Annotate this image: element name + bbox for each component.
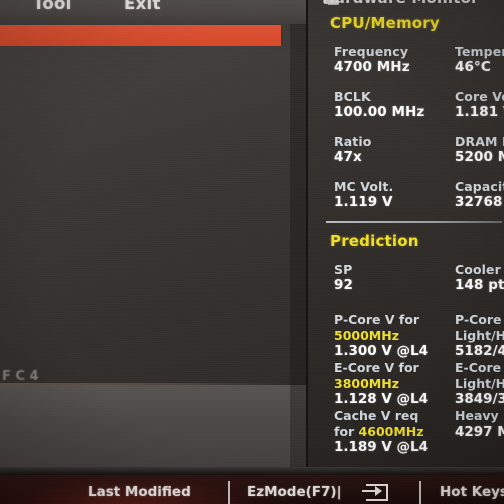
entry-mc-volt: MC Volt. 1.119 V — [334, 179, 393, 210]
entry-cooler-score-label: Cooler Score — [455, 262, 504, 277]
prediction-e-core-score-line1: E-Core — [455, 360, 502, 375]
prediction-p-core-score-value: 5182/4 — [455, 343, 504, 359]
ezmode-button[interactable]: EzMode(F7)| — [247, 484, 342, 500]
entry-ratio: Ratio 47x — [334, 134, 371, 165]
entry-mc-volt-value: 1.119 V — [334, 194, 393, 210]
hardware-monitor-title: Hardware Monitor — [322, 0, 479, 7]
description-area — [0, 385, 306, 467]
prediction-cache-line2: for 4600MHz — [334, 424, 428, 440]
prediction-p-core-score-line1: P-Core — [455, 312, 502, 327]
prediction-heavy-line1: Heavy — [455, 408, 499, 423]
prediction-e-core-line1: E-Core V for — [334, 360, 419, 375]
bios-screen: Tool Exit F C 4 Hardware Monitor CPU/Mem… — [0, 0, 504, 504]
entry-frequency-value: 4700 MHz — [334, 59, 410, 75]
entry-temperature-label: Temperature — [455, 44, 504, 59]
prediction-p-core-value: 1.300 V @L4 — [334, 343, 429, 359]
prediction-cache-voltage: Cache V req for 4600MHz 1.189 V @L4 — [334, 408, 428, 456]
prediction-heavy-value: 4297 M — [455, 423, 504, 440]
prediction-e-core-score-value: 3849/3 — [455, 391, 504, 407]
entry-ratio-value: 47x — [334, 149, 362, 165]
prediction-p-core-score-line2: Light/H — [455, 327, 504, 343]
entry-temperature: Temperature 46°C — [455, 44, 504, 75]
panel-bottom-gap — [0, 467, 504, 475]
bottom-divider-2 — [419, 481, 421, 504]
section-title-prediction: Prediction — [330, 232, 419, 250]
entry-dram-frequency-label: DRAM Freq. — [455, 134, 504, 149]
prediction-heavy-score: Heavy 4297 M — [455, 408, 504, 440]
entry-dram-frequency-value: 5200 MHz — [455, 149, 504, 165]
prediction-e-core-score: E-Core Light/H 3849/3 — [455, 360, 504, 408]
prediction-p-core-voltage: P-Core V for 5000MHz 1.300 V @L4 — [334, 312, 428, 360]
entry-sp: SP 92 — [334, 262, 353, 293]
entry-mc-volt-label: MC Volt. — [334, 179, 394, 194]
prediction-e-core-value: 1.128 V @L4 — [334, 391, 429, 407]
prediction-e-core-freq: 3800MHz — [334, 375, 399, 391]
prediction-p-core-freq: 5000MHz — [334, 327, 399, 343]
entry-bclk-value: 100.00 MHz — [334, 104, 425, 120]
hardware-monitor-panel: Hardware Monitor CPU/Memory Frequency 47… — [306, 0, 504, 467]
menu-item-exit[interactable]: Exit — [124, 0, 161, 13]
entry-cooler-score: Cooler Score 148 pts — [455, 262, 504, 293]
entry-dram-frequency: DRAM Freq. 5200 MHz — [455, 134, 504, 165]
entry-capacity-value: 32768 MB — [455, 194, 504, 210]
entry-capacity-label: Capacity — [455, 179, 504, 194]
entry-sp-label: SP — [334, 262, 353, 277]
section-title-cpu-memory: CPU/Memory — [330, 14, 440, 32]
entry-bclk-label: BCLK — [334, 89, 371, 104]
prediction-p-core-score: P-Core Light/H 5182/4 — [455, 312, 504, 360]
entry-frequency: Frequency 4700 MHz — [334, 44, 410, 75]
arrow-right-icon — [362, 486, 382, 496]
scrollbar-track[interactable] — [290, 24, 306, 467]
selected-setting-row[interactable] — [0, 25, 281, 46]
entry-sp-value: 92 — [334, 277, 353, 293]
entry-frequency-label: Frequency — [334, 44, 409, 59]
last-modified-button[interactable]: Last Modified — [88, 484, 191, 500]
entry-bclk: BCLK 100.00 MHz — [334, 89, 424, 120]
entry-ratio-label: Ratio — [334, 134, 372, 149]
prediction-p-core-line1: P-Core V for — [334, 312, 420, 327]
entry-cooler-score-value: 148 pts — [455, 277, 504, 293]
menu-item-tool[interactable]: Tool — [33, 0, 72, 13]
entry-capacity: Capacity 32768 MB — [455, 179, 504, 210]
prediction-cache-value: 1.189 V @L4 — [334, 439, 429, 455]
entry-core-voltage: Core Voltage 1.181 V — [455, 89, 504, 120]
bottom-divider-1 — [228, 481, 230, 504]
prediction-cache-prefix: for — [334, 423, 359, 439]
entry-core-voltage-value: 1.181 V — [455, 104, 504, 120]
prediction-e-core-score-line2: Light/H — [455, 375, 504, 391]
settings-list-panel: F C 4 — [0, 24, 306, 467]
bottom-status-bar: Last Modified EzMode(F7)| Hot Keys — [0, 475, 504, 504]
prediction-e-core-voltage: E-Core V for 3800MHz 1.128 V @L4 — [334, 360, 428, 408]
entry-temperature-value: 46°C — [455, 59, 491, 75]
section-separator — [326, 221, 502, 223]
prediction-cache-freq: 4600MHz — [358, 423, 424, 439]
hotkeys-button[interactable]: Hot Keys — [440, 484, 504, 500]
entry-core-voltage-label: Core Voltage — [455, 89, 504, 104]
prediction-cache-line1: Cache V req — [334, 408, 419, 423]
